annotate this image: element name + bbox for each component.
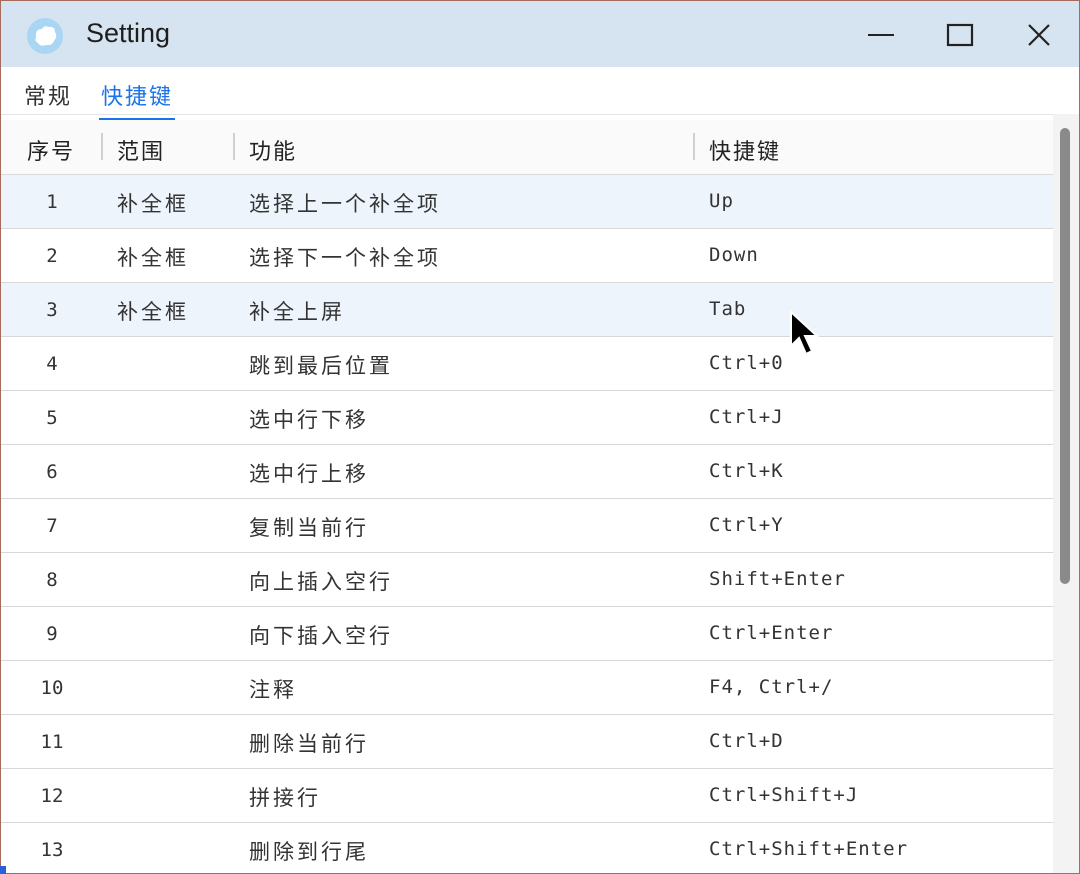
shortcut-table: 序号 范围 功能 快捷键 1 补全框 选择上一个补全项 Up 2 补全框 选择下… (1, 120, 1053, 873)
row-index: 3 (46, 299, 58, 321)
resize-corner (0, 866, 6, 874)
table-row[interactable]: 9 向下插入空行 Ctrl+Enter (1, 607, 1053, 661)
settings-window: Setting 常规 快捷键 序号 范围 功能 快捷键 1 补全框 选择上一个补… (0, 0, 1080, 874)
table-row[interactable]: 4 跳到最后位置 Ctrl+0 (1, 337, 1053, 391)
row-scope: 补全框 (117, 192, 189, 216)
row-function: 选择下一个补全项 (249, 246, 441, 270)
scrollbar-thumb[interactable] (1060, 128, 1070, 584)
row-function: 选择上一个补全项 (249, 192, 441, 216)
row-shortcut[interactable]: Up (709, 190, 734, 212)
row-function: 补全上屏 (249, 300, 345, 324)
row-shortcut[interactable]: Down (709, 244, 759, 266)
row-function: 选中行上移 (249, 462, 369, 486)
row-shortcut[interactable]: Ctrl+Shift+Enter (709, 838, 908, 860)
row-function: 拼接行 (249, 786, 321, 810)
table-row[interactable]: 13 删除到行尾 Ctrl+Shift+Enter (1, 823, 1053, 873)
column-divider[interactable] (101, 133, 103, 160)
maximize-button[interactable] (935, 13, 985, 57)
row-index: 1 (46, 191, 58, 213)
row-scope: 补全框 (117, 246, 189, 270)
table-row[interactable]: 5 选中行下移 Ctrl+J (1, 391, 1053, 445)
row-function: 复制当前行 (249, 516, 369, 540)
close-icon (1028, 24, 1050, 46)
vertical-scrollbar[interactable] (1053, 114, 1079, 873)
tab-bar: 常规 快捷键 (1, 67, 1079, 122)
row-function: 删除当前行 (249, 732, 369, 756)
table-row[interactable]: 12 拼接行 Ctrl+Shift+J (1, 769, 1053, 823)
row-scope: 补全框 (117, 300, 189, 324)
row-shortcut[interactable]: F4, Ctrl+/ (709, 676, 833, 698)
tab-general[interactable]: 常规 (24, 79, 72, 111)
row-function: 注释 (249, 678, 297, 702)
row-shortcut[interactable]: Ctrl+D (709, 730, 784, 752)
row-shortcut[interactable]: Ctrl+J (709, 406, 784, 428)
column-divider[interactable] (233, 133, 235, 160)
row-shortcut[interactable]: Shift+Enter (709, 568, 846, 590)
table-row[interactable]: 11 删除当前行 Ctrl+D (1, 715, 1053, 769)
header-function[interactable]: 功能 (249, 134, 297, 166)
mouse-pointer-icon (790, 310, 820, 356)
row-function: 向下插入空行 (249, 624, 393, 648)
row-index: 13 (40, 839, 64, 861)
title-bar[interactable]: Setting (1, 1, 1079, 67)
table-header: 序号 范围 功能 快捷键 (1, 120, 1053, 175)
table-row[interactable]: 3 补全框 补全上屏 Tab (1, 283, 1053, 337)
table-row[interactable]: 8 向上插入空行 Shift+Enter (1, 553, 1053, 607)
table-row[interactable]: 10 注释 F4, Ctrl+/ (1, 661, 1053, 715)
minimize-icon (868, 34, 894, 36)
table-row[interactable]: 1 补全框 选择上一个补全项 Up (1, 175, 1053, 229)
header-scope[interactable]: 范围 (117, 134, 165, 166)
header-shortcut[interactable]: 快捷键 (709, 134, 781, 166)
row-shortcut[interactable]: Ctrl+K (709, 460, 784, 482)
minimize-button[interactable] (857, 13, 907, 57)
header-index[interactable]: 序号 (27, 134, 75, 166)
row-index: 4 (46, 353, 58, 375)
row-shortcut[interactable]: Ctrl+Enter (709, 622, 833, 644)
row-shortcut[interactable]: Ctrl+Shift+J (709, 784, 858, 806)
row-index: 7 (46, 515, 58, 537)
row-function: 向上插入空行 (249, 570, 393, 594)
column-divider[interactable] (693, 133, 695, 160)
table-row[interactable]: 6 选中行上移 Ctrl+K (1, 445, 1053, 499)
window-title: Setting (86, 18, 171, 48)
row-function: 跳到最后位置 (249, 354, 393, 378)
row-index: 10 (40, 677, 64, 699)
row-function: 删除到行尾 (249, 840, 369, 864)
tab-shortcuts[interactable]: 快捷键 (98, 79, 176, 122)
row-index: 12 (40, 785, 64, 807)
row-shortcut[interactable]: Ctrl+0 (709, 352, 784, 374)
row-shortcut[interactable]: Tab (709, 298, 746, 320)
row-function: 选中行下移 (249, 408, 369, 432)
row-index: 5 (46, 407, 58, 429)
table-row[interactable]: 2 补全框 选择下一个补全项 Down (1, 229, 1053, 283)
row-index: 6 (46, 461, 58, 483)
row-index: 9 (46, 623, 58, 645)
table-row[interactable]: 7 复制当前行 Ctrl+Y (1, 499, 1053, 553)
app-logo-icon (27, 18, 63, 54)
row-shortcut[interactable]: Ctrl+Y (709, 514, 784, 536)
row-index: 8 (46, 569, 58, 591)
close-button[interactable] (1014, 13, 1064, 57)
row-index: 2 (46, 245, 58, 267)
row-index: 11 (40, 731, 64, 753)
maximize-icon (946, 23, 974, 47)
